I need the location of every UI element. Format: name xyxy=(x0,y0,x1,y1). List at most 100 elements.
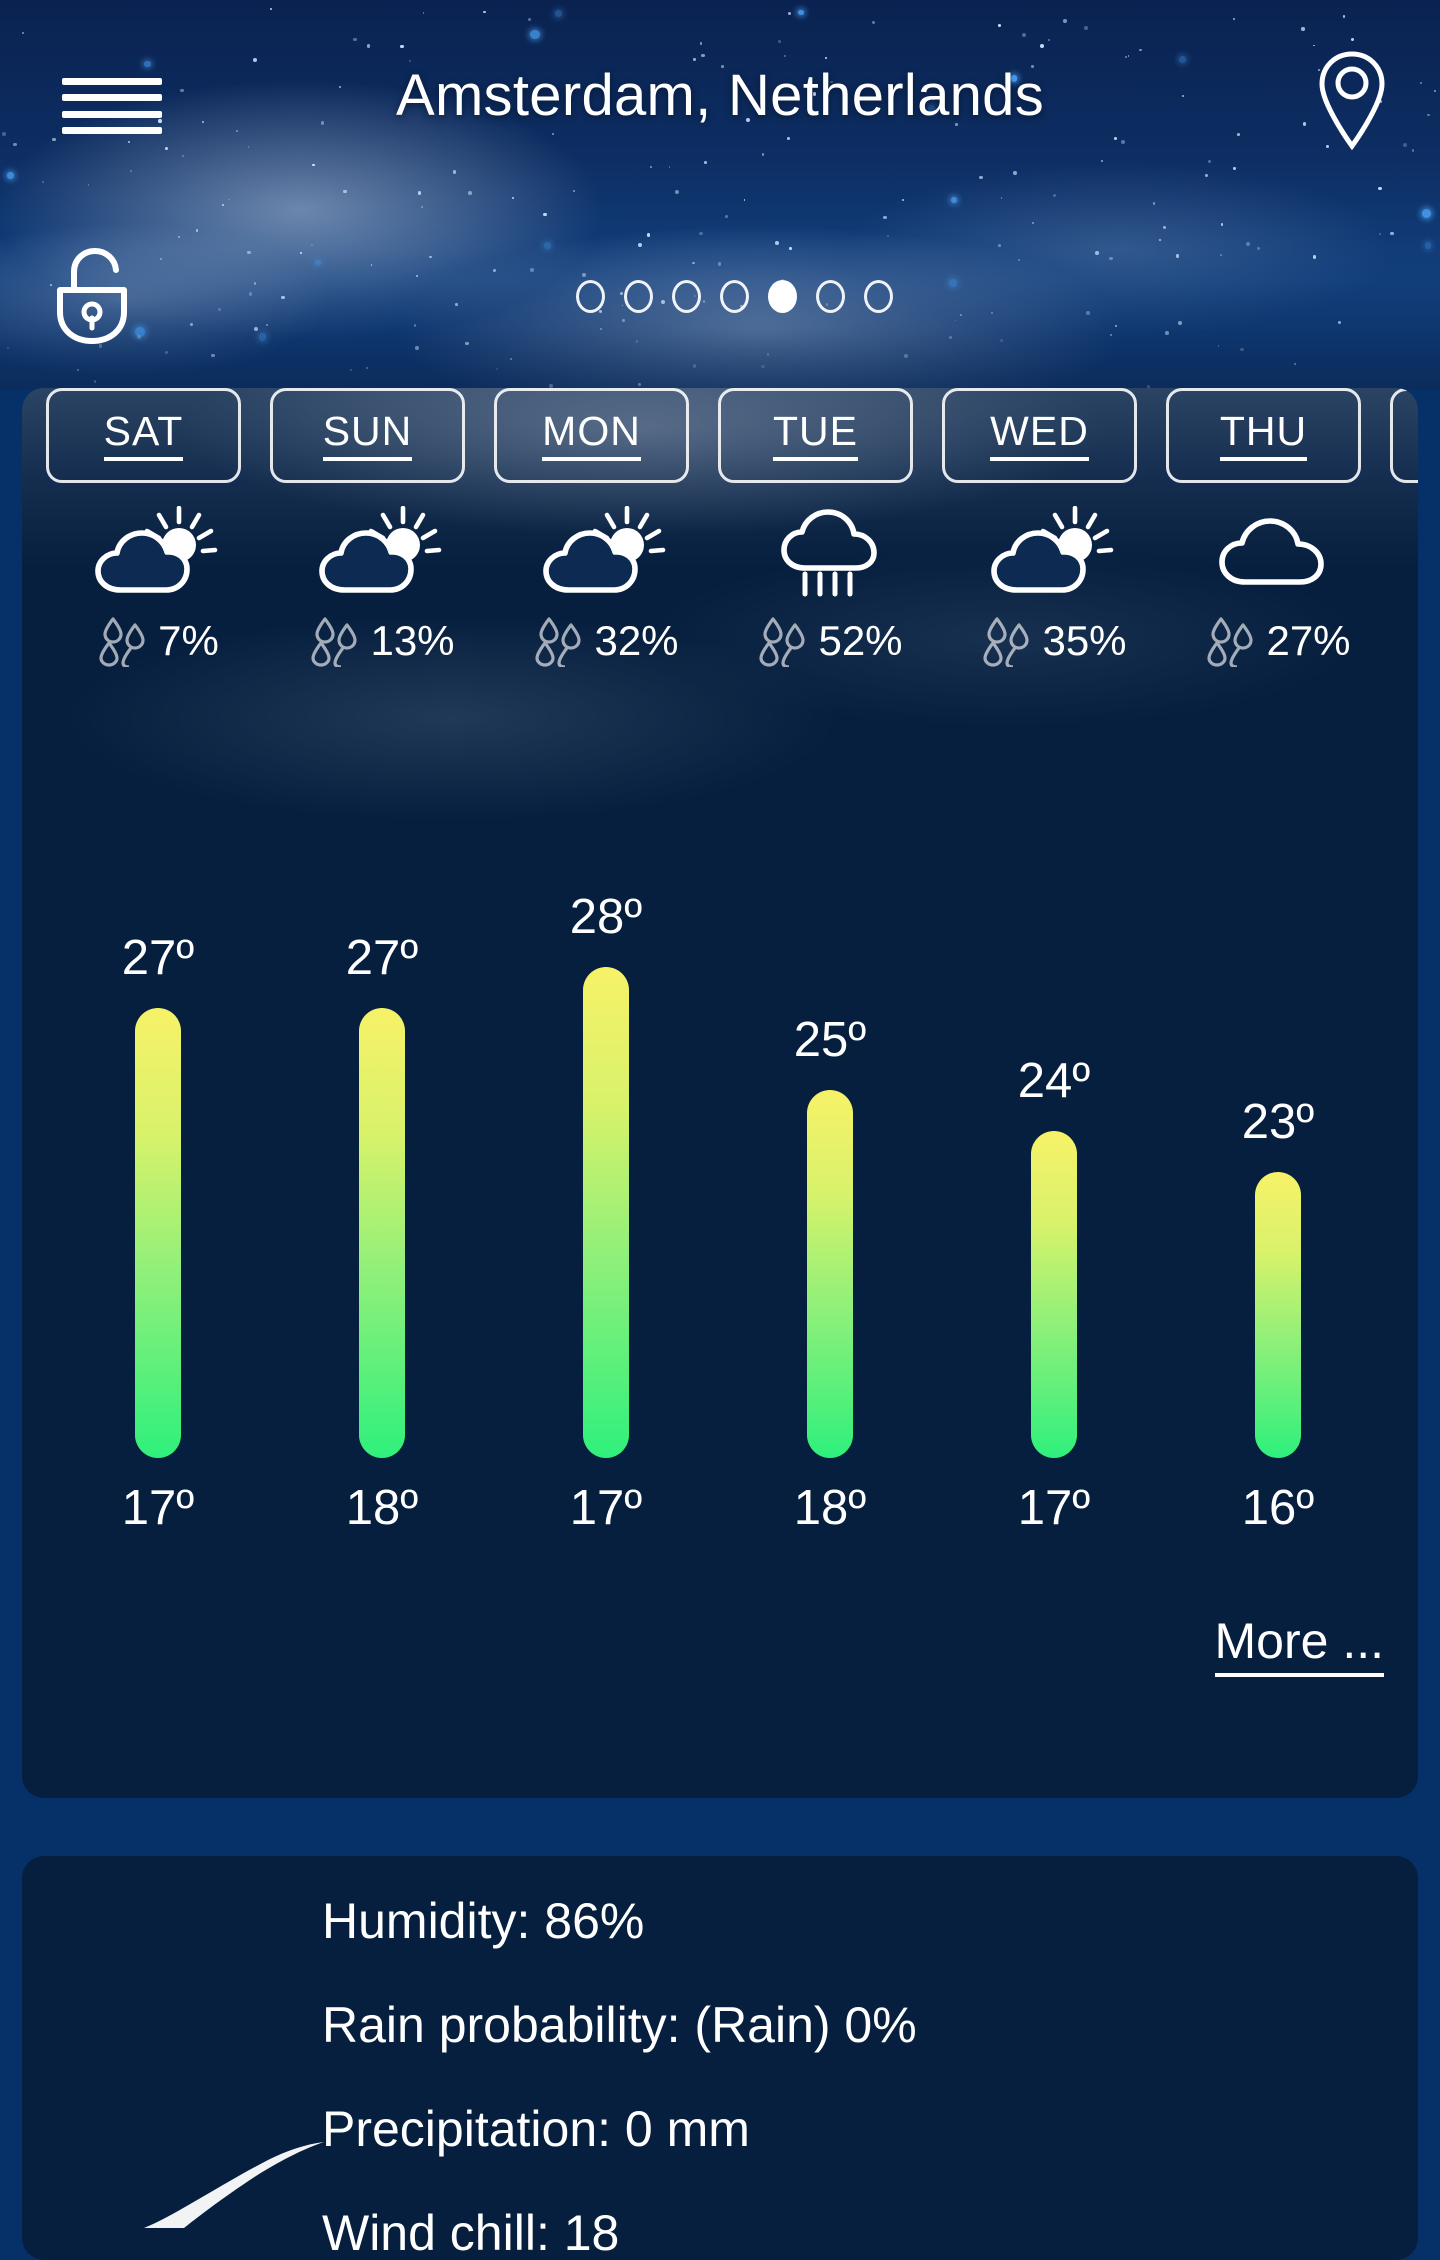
forecast-card: SAT SUN MON TUE WED THU 7% 13% 32% 52% 3… xyxy=(22,388,1418,1798)
star xyxy=(699,232,703,236)
star xyxy=(674,189,680,194)
star xyxy=(1013,170,1017,175)
low-temperature-label: 17º xyxy=(1017,1481,1091,1535)
precipitation-value: 32% xyxy=(594,617,679,664)
temperature-range-bar xyxy=(135,1008,181,1458)
temperature-range-bar xyxy=(1031,1131,1077,1458)
low-temperature-label: 17º xyxy=(121,1481,195,1535)
precipitation-value: 52% xyxy=(818,617,903,664)
page-dot-1[interactable] xyxy=(575,280,605,313)
condition-column: 27% xyxy=(1166,506,1390,681)
page-dot-2[interactable] xyxy=(623,280,653,313)
star xyxy=(41,180,44,183)
day-tab-label: SAT xyxy=(103,410,184,461)
star xyxy=(222,204,224,207)
star xyxy=(1424,242,1432,250)
star xyxy=(887,234,890,238)
star xyxy=(1204,174,1208,178)
page-dot-6[interactable] xyxy=(815,280,845,313)
star xyxy=(774,241,779,246)
temperature-range-bar xyxy=(583,967,629,1458)
page-dot-7[interactable] xyxy=(863,280,893,313)
star xyxy=(1000,197,1003,200)
temperature-bar-column: 27º 18º xyxy=(270,688,494,1588)
precipitation-probability: 7% xyxy=(97,615,219,669)
temperature-bar-column: 23º 16º xyxy=(1166,688,1390,1588)
star xyxy=(7,172,14,179)
raindrops-icon xyxy=(981,615,1033,669)
page-indicator-dots[interactable] xyxy=(0,280,1440,313)
sun-behind-cloud-icon xyxy=(541,505,671,598)
star xyxy=(638,242,643,247)
cloud-icon xyxy=(1213,506,1343,598)
precipitation-value: 7% xyxy=(158,617,219,664)
day-tab-mon[interactable]: MON xyxy=(494,388,689,483)
star xyxy=(979,175,983,180)
weather-details-list: Humidity: 86% Rain probability: (Rain) 0%… xyxy=(322,1892,917,2260)
high-temperature-label: 24º xyxy=(1017,1054,1091,1108)
star xyxy=(129,170,132,173)
raindrops-icon xyxy=(1205,615,1257,669)
star xyxy=(1158,238,1161,241)
star xyxy=(1163,226,1167,230)
day-tab-thu[interactable]: THU xyxy=(1166,388,1361,483)
star xyxy=(1379,233,1381,235)
day-tab-label: WED xyxy=(990,410,1089,461)
precipitation-value: 27% xyxy=(1266,617,1351,664)
star xyxy=(649,165,653,169)
raindrops-icon xyxy=(97,615,149,669)
day-tab-wed[interactable]: WED xyxy=(942,388,1137,483)
day-tab-next-partial[interactable] xyxy=(1390,388,1418,483)
day-tab-tue[interactable]: TUE xyxy=(718,388,913,483)
temperature-bar-column: 24º 17º xyxy=(942,688,1166,1588)
raindrops-icon xyxy=(309,615,361,669)
wind-swoosh-icon xyxy=(140,2124,330,2234)
star xyxy=(902,199,905,202)
low-temperature-label: 17º xyxy=(569,1481,643,1535)
precipitation-value: 35% xyxy=(1042,617,1127,664)
precipitation-probability: 32% xyxy=(533,615,679,669)
star xyxy=(704,160,708,164)
star xyxy=(1378,186,1382,191)
sun-behind-cloud-icon xyxy=(989,505,1119,598)
condition-column: 52% xyxy=(718,506,942,681)
high-temperature-label: 23º xyxy=(1241,1095,1315,1149)
star xyxy=(1100,159,1103,162)
day-tabs[interactable]: SAT SUN MON TUE WED THU xyxy=(22,388,1418,498)
high-temperature-label: 28º xyxy=(569,890,643,944)
temperature-bar-column: 25º 18º xyxy=(718,688,942,1588)
day-tab-sat[interactable]: SAT xyxy=(46,388,241,483)
location-pin-icon[interactable] xyxy=(1316,50,1388,151)
day-tab-sun[interactable]: SUN xyxy=(270,388,465,483)
star xyxy=(468,191,472,195)
star xyxy=(453,170,457,174)
star xyxy=(544,242,552,249)
temperature-bar-column: 27º 17º xyxy=(46,688,270,1588)
day-tab-label: SUN xyxy=(322,410,413,461)
star xyxy=(724,215,728,219)
details-card: Humidity: 86% Rain probability: (Rain) 0%… xyxy=(22,1856,1418,2260)
star xyxy=(883,216,887,220)
star xyxy=(511,197,514,199)
sky-fade-overlay xyxy=(0,250,1440,390)
temperature-range-bar xyxy=(1255,1172,1301,1458)
star xyxy=(543,212,548,217)
top-bar: Amsterdam, Netherlands xyxy=(0,0,1440,158)
page-dot-4[interactable] xyxy=(719,280,749,313)
star xyxy=(228,198,230,201)
star xyxy=(1246,241,1251,246)
star xyxy=(87,184,90,187)
detail-row: Rain probability: (Rain) 0% xyxy=(322,1997,917,2053)
high-temperature-label: 25º xyxy=(793,1013,867,1067)
rain-cloud-icon xyxy=(765,506,895,598)
detail-row: Humidity: 86% xyxy=(322,1893,645,1949)
low-temperature-label: 16º xyxy=(1241,1481,1315,1535)
star xyxy=(951,196,958,203)
star xyxy=(668,166,671,168)
page-dot-5[interactable] xyxy=(767,280,797,313)
day-tab-label: TUE xyxy=(773,410,858,461)
star xyxy=(312,163,315,166)
temperature-bar-chart: 27º 17º 27º 18º 28º 17º 25º 18º 24º 17º 23º 16º xyxy=(22,688,1418,1588)
page-dot-3[interactable] xyxy=(671,280,701,313)
more-link[interactable]: More ... xyxy=(1214,1616,1384,1677)
